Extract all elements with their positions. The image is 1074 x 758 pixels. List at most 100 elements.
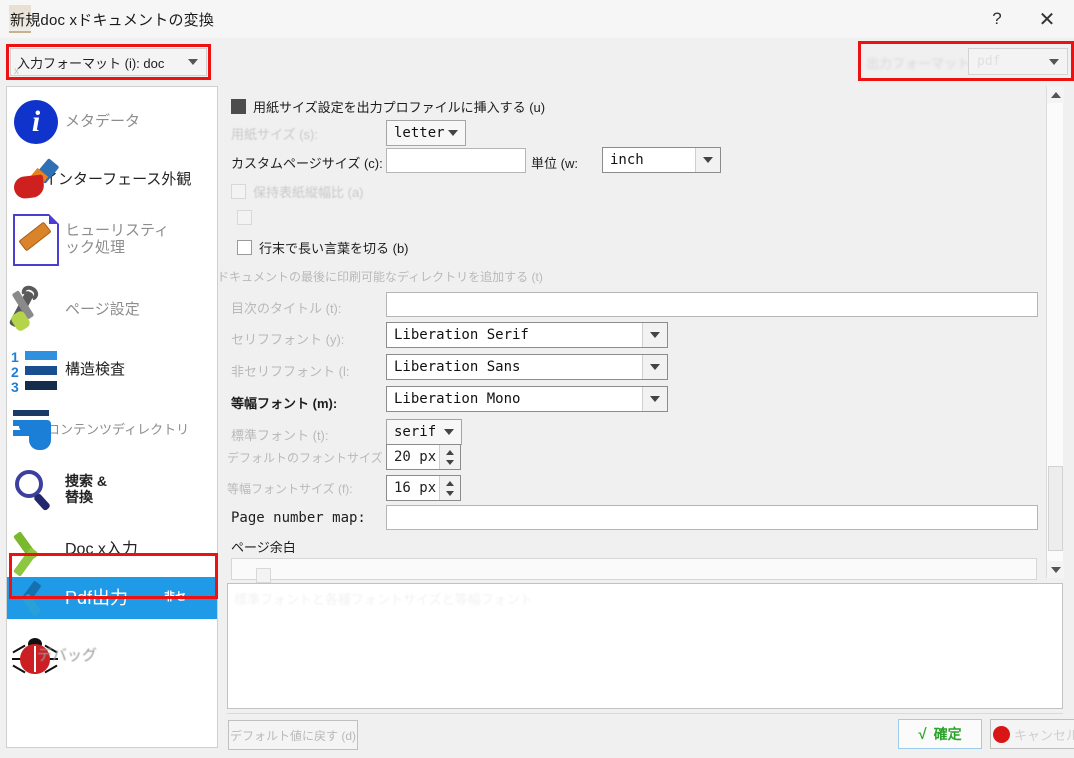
chevron-down-icon	[642, 355, 667, 379]
sidebar-item-label: コンテンツディレクトリ	[47, 421, 190, 437]
scroll-down-arrow-icon[interactable]	[1047, 561, 1064, 578]
default-font-size-stepper[interactable]: 20 px	[386, 444, 461, 470]
input-format-label: 入力フォーマット (i): doc	[17, 55, 165, 71]
table-of-contents-icon	[7, 402, 65, 458]
cancel-button[interactable]: キャンセル	[990, 719, 1074, 749]
main-settings-panel: 用紙サイズ設定を出力プロファイルに挿入する (u) 用紙サイズ (s): let…	[217, 86, 1063, 583]
stepper-arrows-icon[interactable]	[439, 445, 460, 469]
mono-font-size-stepper[interactable]: 16 px	[386, 475, 461, 501]
window-title: 新規doc xドキュメントの変換	[10, 12, 215, 29]
sidebar-item-label: 構造検査	[65, 360, 126, 378]
numbered-list-icon: 1 2 3	[7, 342, 65, 398]
input-format-ghost-sub: x	[14, 66, 19, 77]
sidebar-item-content-directory[interactable]: コンテンツディレクトリ	[7, 399, 217, 461]
mono-font-size-label-row: 等幅フォントサイズ (f):	[227, 480, 353, 497]
keep-cover-aspect-label: 保持表紙縦幅比 (a)	[253, 185, 364, 200]
custom-page-size-input[interactable]	[386, 148, 526, 173]
append-printable-toc-label: ドキュメントの最後に印刷可能なディレクトリを追加する (t)	[217, 270, 543, 284]
page-margin-ghost-checkbox[interactable]	[256, 568, 271, 583]
ok-button[interactable]: √ 確定	[898, 719, 982, 749]
serif-font-label: セリフフォント (y):	[231, 332, 345, 347]
footer-separator	[227, 713, 1063, 714]
break-long-words-checkbox[interactable]	[237, 240, 252, 255]
sidebar-item-label: インターフェース外観	[43, 170, 192, 188]
toc-title-label: 目次のタイトル (t):	[231, 301, 342, 316]
tools-icon	[7, 282, 65, 338]
scrollbar-thumb[interactable]	[1048, 466, 1063, 551]
help-icon[interactable]: ?	[974, 0, 1020, 38]
page-margin-label-row: ページ余白	[231, 537, 296, 556]
serif-font-value: Liberation Serif	[394, 327, 529, 343]
toc-title-label-row: 目次のタイトル (t):	[231, 298, 342, 317]
magnifier-icon	[7, 462, 65, 518]
ghost-option-checkbox[interactable]	[237, 210, 252, 225]
input-format-combo[interactable]: 入力フォーマット (i): doc	[10, 48, 207, 76]
checkmark-icon: √	[918, 725, 927, 743]
sidebar-item-metadata[interactable]: i メタデータ	[7, 91, 217, 153]
keep-cover-aspect-row[interactable]: 保持表紙縦幅比 (a)	[231, 182, 364, 201]
sans-font-label: 非セリフフォント (l:	[231, 364, 350, 379]
chevron-down-icon	[642, 323, 667, 347]
standard-font-label: 標準フォント (t):	[231, 428, 329, 443]
log-ghost-text: 標準フォントと各種フォントサイズと等幅フォント	[234, 592, 533, 607]
default-font-size-label: デフォルトのフォントサイズ (z):	[227, 451, 404, 465]
mono-font-label-row: 等幅フォント (m):	[231, 393, 337, 412]
sidebar-item-label: 捜索 & 替換	[65, 473, 107, 505]
page-number-map-input[interactable]	[386, 505, 1038, 530]
unit-label: 単位 (w:	[531, 156, 578, 171]
mono-font-label: 等幅フォント (m):	[231, 396, 338, 411]
sidebar-item-interface-appearance[interactable]: インターフェース外観	[7, 149, 217, 211]
sans-font-select[interactable]: Liberation Sans	[386, 354, 668, 380]
output-format-combo[interactable]: pdf	[968, 48, 1068, 75]
sidebar-item-heuristic-processing[interactable]: ヒューリスティ ック処理	[7, 205, 217, 275]
sidebar-item-search-replace[interactable]: 捜索 & 替換	[7, 459, 217, 521]
chevron-down-icon	[1049, 58, 1059, 65]
document-bandage-icon	[7, 212, 65, 268]
break-long-words-row[interactable]: 行末で長い言葉を切る (b)	[237, 238, 409, 257]
standard-font-select[interactable]: serif	[386, 419, 462, 445]
stepper-arrows-icon[interactable]	[439, 476, 460, 500]
chevron-down-icon	[642, 387, 667, 411]
sidebar-item-label: ページ設定	[65, 300, 140, 318]
sidebar-item-structure-check[interactable]: 1 2 3 構造検査	[7, 339, 217, 401]
restore-defaults-button[interactable]: デフォルト値に戻す (d)	[228, 720, 358, 750]
keep-cover-aspect-checkbox[interactable]	[231, 184, 246, 199]
main-panel-scrollbar[interactable]	[1046, 86, 1064, 578]
default-font-size-label-row: デフォルトのフォントサイズ (z):	[227, 449, 403, 466]
standard-font-label-row: 標準フォント (t):	[231, 425, 329, 444]
page-margin-group-box	[231, 558, 1037, 583]
paper-size-label: 用紙サイズ (s):	[231, 127, 318, 142]
unit-select[interactable]: inch	[602, 147, 721, 173]
close-icon[interactable]: ✕	[1024, 0, 1070, 38]
unit-value: inch	[610, 152, 644, 168]
scroll-up-arrow-icon[interactable]	[1047, 86, 1064, 103]
sidebar-item-label: Doc x入力	[65, 541, 138, 559]
insert-paper-size-checkbox[interactable]	[231, 99, 246, 114]
sidebar-item-label: メタデータ	[65, 112, 141, 130]
insert-paper-size-label: 用紙サイズ設定を出力プロファイルに挿入する (u)	[253, 100, 546, 115]
serif-font-select[interactable]: Liberation Serif	[386, 322, 668, 348]
sidebar-item-debug[interactable]: デバッグ	[7, 625, 217, 687]
info-icon: i	[7, 94, 65, 150]
sidebar-item-label: ヒューリスティ ック処理	[65, 222, 170, 256]
cancel-dot-icon	[992, 725, 1010, 743]
output-format-value: pdf	[977, 54, 1001, 69]
chevron-down-icon	[188, 59, 198, 65]
default-font-size-value: 20 px	[394, 449, 437, 465]
break-long-words-label: 行末で長い言葉を切る (b)	[259, 241, 409, 256]
toc-title-input[interactable]	[386, 292, 1038, 317]
paper-size-select[interactable]: letter	[386, 120, 466, 146]
paintbrush-icon	[7, 152, 65, 208]
mono-font-select[interactable]: Liberation Mono	[386, 386, 668, 412]
ghost-option-row[interactable]	[237, 210, 259, 225]
page-number-map-label-row: Page number map:	[231, 510, 366, 526]
page-number-map-label: Page number map:	[231, 510, 366, 526]
serif-font-label-row: セリフフォント (y):	[231, 329, 344, 348]
paper-size-value: letter	[394, 125, 445, 141]
append-printable-toc-row[interactable]: ドキュメントの最後に印刷可能なディレクトリを追加する (t)	[217, 268, 543, 285]
chevron-down-icon	[437, 420, 461, 444]
sidebar-item-page-setup[interactable]: ページ設定	[7, 279, 217, 341]
blue-chevron-icon	[7, 570, 65, 626]
log-output-area[interactable]: 標準フォントと各種フォントサイズと等幅フォント	[227, 583, 1063, 709]
insert-paper-size-row[interactable]: 用紙サイズ設定を出力プロファイルに挿入する (u)	[231, 97, 545, 116]
